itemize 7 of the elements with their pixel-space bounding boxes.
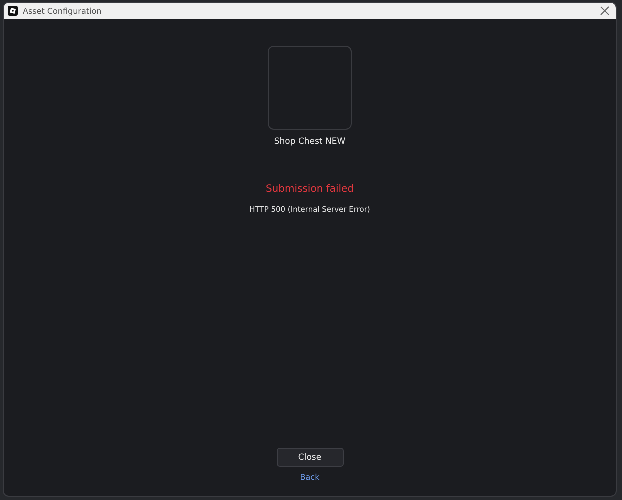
asset-name: Shop Chest NEW — [274, 137, 346, 147]
app-logo-icon — [8, 6, 18, 16]
close-button[interactable]: Close — [276, 448, 344, 467]
window-title: Asset Configuration — [23, 6, 102, 16]
back-link[interactable]: Back — [300, 473, 320, 482]
close-icon[interactable] — [600, 6, 610, 16]
error-title: Submission failed — [266, 184, 354, 195]
